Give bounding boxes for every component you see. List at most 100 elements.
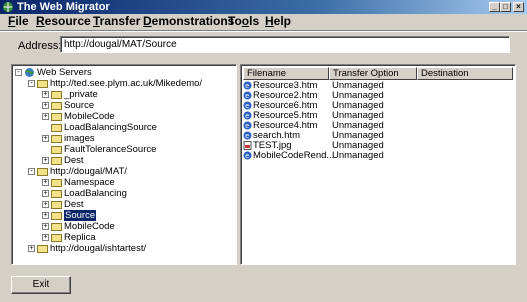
svg-text:e: e [245, 153, 249, 160]
minimize-button[interactable]: _ [489, 2, 500, 12]
folder-icon [51, 90, 62, 99]
folder-icon [51, 178, 62, 187]
collapse-icon[interactable]: - [28, 168, 35, 175]
menu-bar: File Resource Transfer Demonstrations To… [0, 14, 527, 30]
tree-item[interactable]: + Dest [42, 155, 84, 166]
maximize-button[interactable]: □ [500, 2, 511, 12]
collapse-icon[interactable]: - [15, 69, 22, 76]
folder-icon [51, 211, 62, 220]
filename-cell: MobileCodeRend... [253, 150, 335, 162]
menu-transfer[interactable]: Transfer [93, 14, 140, 28]
globe-icon [25, 68, 34, 77]
tree-item[interactable]: + LoadBalancing [42, 188, 127, 199]
tree-item[interactable]: + _private [42, 89, 98, 100]
folder-icon [51, 145, 62, 154]
collapse-icon[interactable]: - [28, 80, 35, 87]
expand-icon[interactable]: + [42, 234, 49, 241]
column-filename[interactable]: Filename [243, 67, 329, 80]
close-button[interactable]: × [513, 2, 524, 12]
server-tree[interactable]: - Web Servers - http://ted.see.plym.ac.uk/… [11, 64, 237, 265]
tree-item-label: MobileCode [64, 111, 115, 122]
tree-item[interactable]: - http://dougal/MAT/ [28, 166, 127, 177]
tree-item[interactable]: - http://ted.see.plym.ac.uk/Mikedemo/ [28, 78, 202, 89]
file-list[interactable]: Filename Transfer Option Destination e Re… [240, 64, 516, 265]
expand-icon[interactable]: + [42, 190, 49, 197]
tree-item-label: http://ted.see.plym.ac.uk/Mikedemo/ [50, 78, 203, 89]
tree-item[interactable]: + MobileCode [42, 221, 115, 232]
exit-button[interactable]: Exit [11, 276, 71, 294]
tree-item[interactable]: LoadBalancingSource [42, 122, 157, 133]
tree-item-label: images [64, 133, 95, 144]
html-file-icon: e [243, 111, 252, 120]
expand-icon[interactable]: + [42, 201, 49, 208]
title-bar: The Web Migrator _ □ × [0, 0, 527, 14]
expand-icon[interactable]: + [42, 135, 49, 142]
folder-icon [51, 156, 62, 165]
tree-item-label: MobileCode [64, 221, 115, 232]
expand-icon[interactable]: + [42, 102, 49, 109]
tree-item[interactable]: FaultToleranceSource [42, 144, 156, 155]
tree-item[interactable]: + http://dougal/ishtartest/ [28, 243, 146, 254]
tree-item[interactable]: + Namespace [42, 177, 115, 188]
expand-icon[interactable]: + [28, 245, 35, 252]
menu-file[interactable]: File [8, 14, 29, 28]
tree-item-label: Source [64, 210, 97, 221]
menu-help[interactable]: Help [265, 14, 291, 28]
folder-icon [51, 112, 62, 121]
tree-item[interactable]: + Dest [42, 199, 84, 210]
html-file-icon: e [243, 81, 252, 90]
tree-item-label: http://dougal/MAT/ [50, 166, 127, 177]
window-title: The Web Migrator [17, 1, 110, 13]
folder-icon [51, 134, 62, 143]
image-file-icon [243, 141, 252, 150]
svg-text:e: e [245, 93, 249, 100]
html-file-icon: e [243, 121, 252, 130]
column-transfer-option[interactable]: Transfer Option [329, 67, 417, 80]
svg-text:e: e [245, 103, 249, 110]
column-destination[interactable]: Destination [417, 67, 513, 80]
expand-icon[interactable]: + [42, 113, 49, 120]
tree-item[interactable]: + MobileCode [42, 111, 115, 122]
folder-icon [51, 200, 62, 209]
tree-item[interactable]: + images [42, 133, 95, 144]
menu-separator [0, 30, 527, 32]
menu-demonstrations[interactable]: Demonstrations [143, 14, 234, 28]
menu-resource[interactable]: Resource [36, 14, 91, 28]
tree-item[interactable]: + Replica [42, 232, 96, 243]
folder-icon [37, 244, 48, 253]
tree-root[interactable]: - Web Servers [15, 67, 92, 78]
address-label: Address: [18, 40, 62, 52]
tree-item-label: FaultToleranceSource [64, 144, 157, 155]
expand-icon[interactable]: + [42, 91, 49, 98]
html-file-icon: e [243, 91, 252, 100]
tree-item[interactable]: + Source [42, 100, 94, 111]
folder-icon [51, 189, 62, 198]
expand-icon[interactable]: + [42, 179, 49, 186]
svg-text:e: e [245, 123, 249, 130]
tree-item-label: Dest [64, 155, 84, 166]
tree-item-label: Namespace [64, 177, 115, 188]
folder-icon [37, 79, 48, 88]
tree-item-label: LoadBalancingSource [64, 122, 157, 133]
folder-icon [51, 123, 62, 132]
folder-icon [37, 167, 48, 176]
tree-item-label: LoadBalancing [64, 188, 127, 199]
list-item[interactable]: e MobileCodeRend... Unmanaged [243, 151, 513, 161]
html-file-icon: e [243, 131, 252, 140]
expand-icon[interactable]: + [42, 157, 49, 164]
address-input[interactable] [60, 36, 510, 53]
transfer-option-cell: Unmanaged [332, 150, 384, 161]
tree-item-label: Source [64, 100, 95, 111]
folder-icon [51, 222, 62, 231]
tree-item-label: _private [64, 89, 98, 100]
svg-text:e: e [245, 83, 249, 90]
html-file-icon: e [243, 151, 252, 160]
tree-item-label: Dest [64, 199, 84, 210]
folder-icon [51, 101, 62, 110]
svg-text:e: e [245, 113, 249, 120]
menu-tools[interactable]: Tools [228, 14, 259, 28]
tree-item[interactable]: + Source [42, 210, 97, 221]
expand-icon[interactable]: + [42, 223, 49, 230]
app-icon [3, 2, 13, 12]
expand-icon[interactable]: + [42, 212, 49, 219]
